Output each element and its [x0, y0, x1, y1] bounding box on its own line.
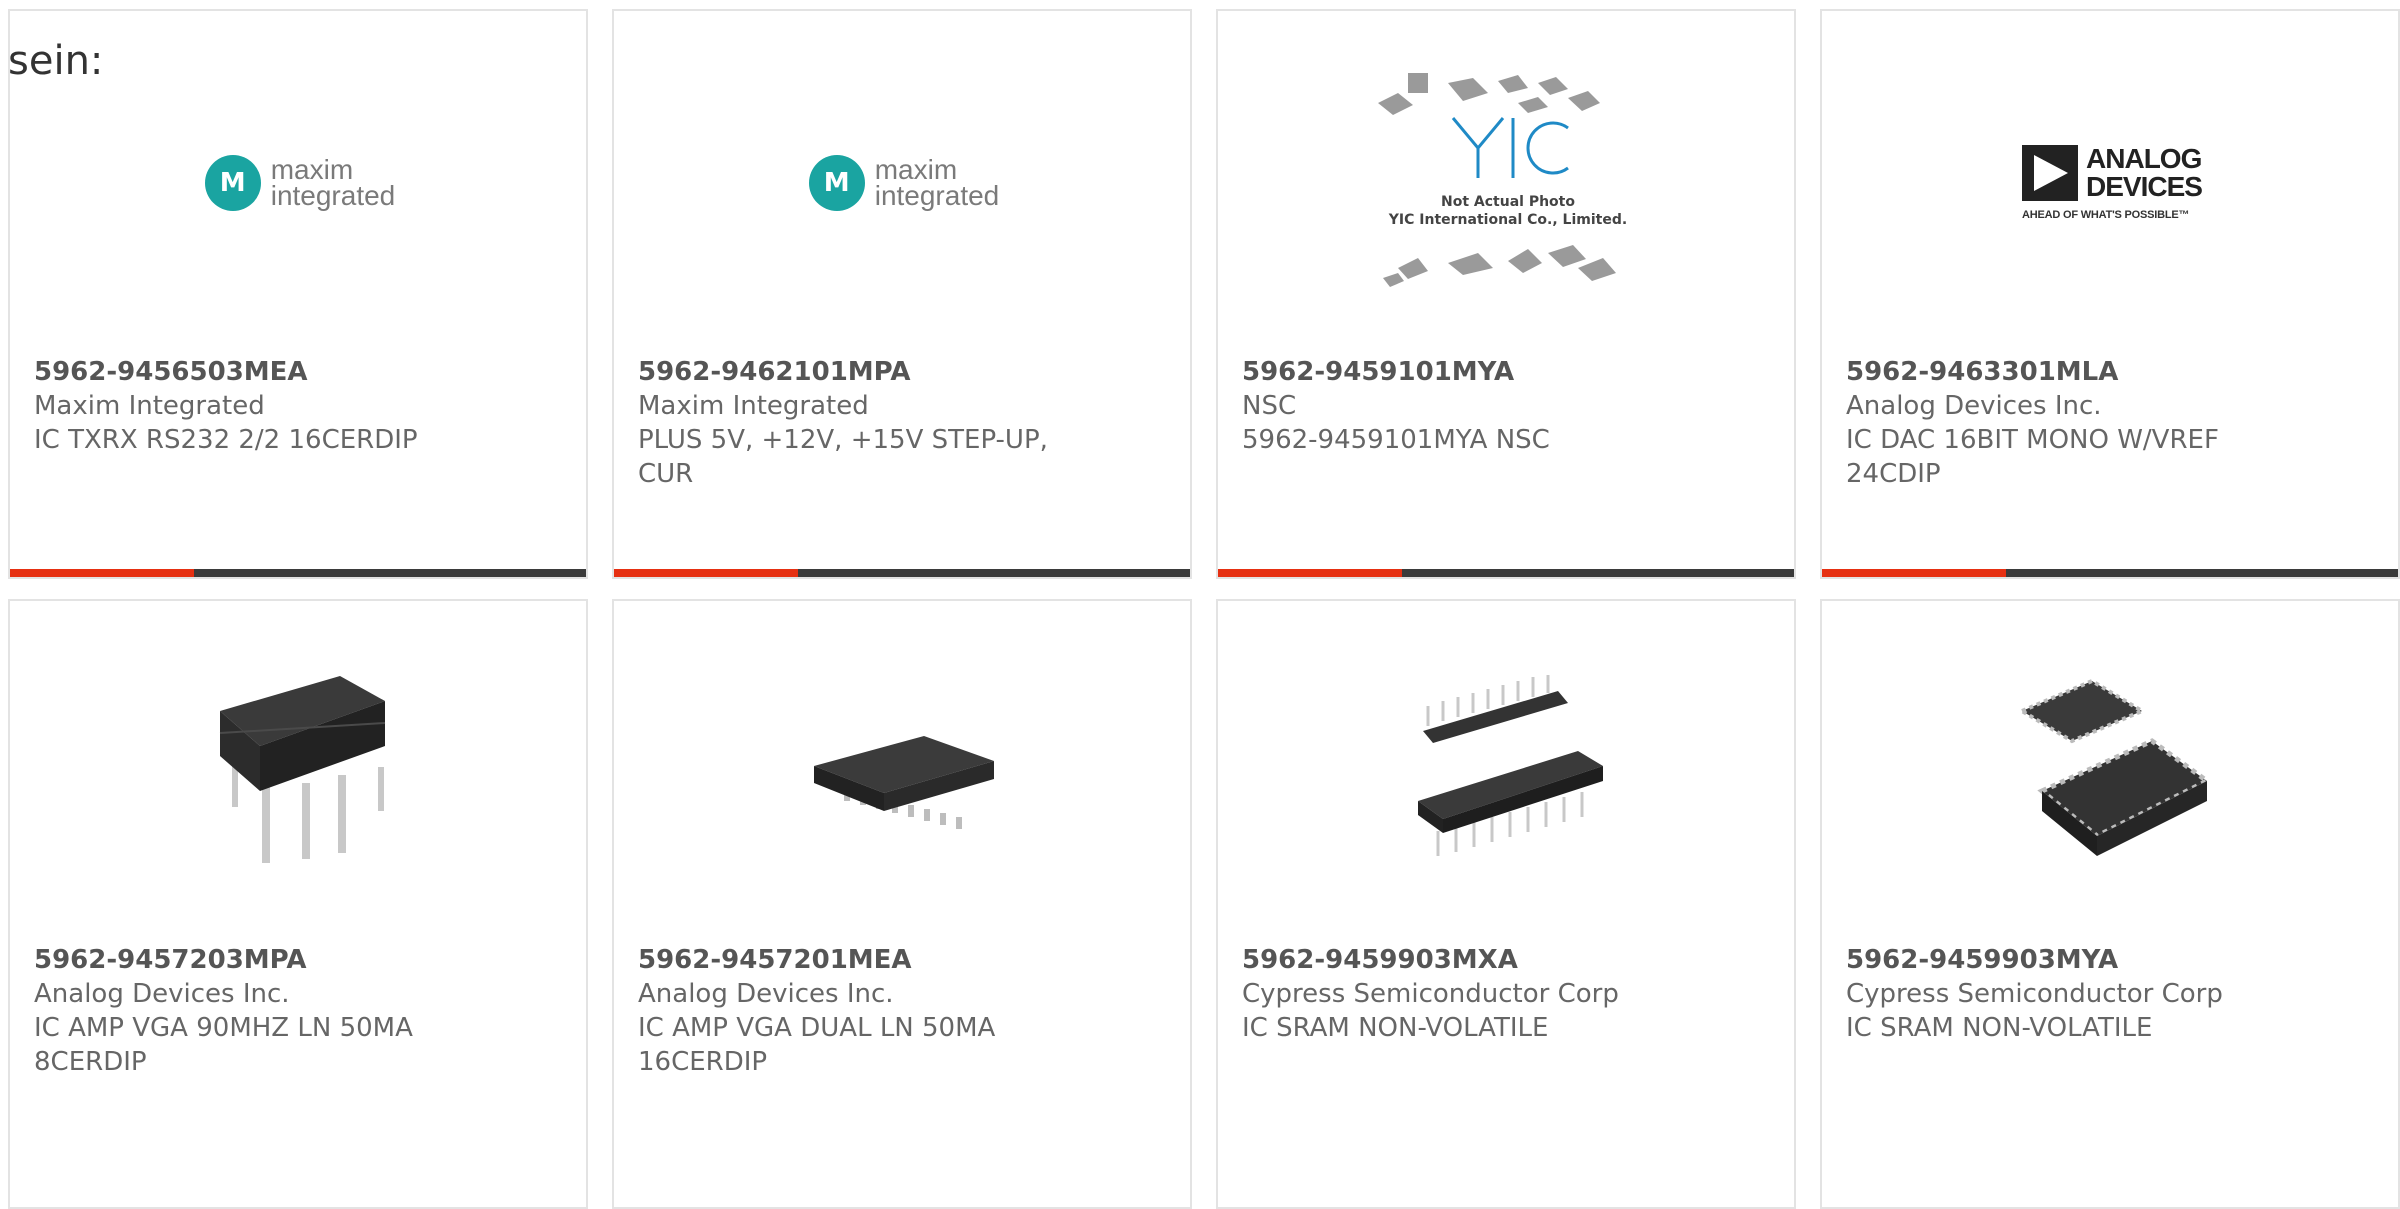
product-card[interactable]: 5962-9459903MXA Cypress Semiconductor Co…: [1216, 599, 1796, 1209]
product-description: IC SRAM NON-VOLATILE: [1242, 1013, 1549, 1043]
product-info: 5962-9463301MLA Analog Devices Inc. IC D…: [1846, 355, 2266, 491]
lcc-chip-icon: [2017, 678, 2212, 856]
card-bar-accent: [1218, 569, 1403, 577]
logo-tagline: AHEAD OF WHAT'S POSSIBLE™: [2022, 209, 2190, 221]
maxim-logo: M maxim integrated: [204, 155, 396, 211]
manufacturer-name: Cypress Semiconductor Corp: [1846, 979, 2223, 1009]
product-image[interactable]: [804, 671, 1004, 871]
part-number-link[interactable]: 5962-9459903MXA: [1242, 943, 1662, 977]
part-number-link[interactable]: 5962-9457203MPA: [34, 943, 454, 977]
product-card[interactable]: M maxim integrated 5962-9456503MEA Maxim…: [8, 9, 588, 579]
adi-triangle-icon: [2022, 145, 2079, 201]
card-bar-accent: [10, 569, 195, 577]
part-number-link[interactable]: 5962-9456503MEA: [34, 355, 454, 389]
product-description: IC AMP VGA DUAL LN 50MA 16CERDIP: [638, 1013, 996, 1077]
product-info: 5962-9462101MPA Maxim Integrated PLUS 5V…: [638, 355, 1058, 491]
manufacturer-name: NSC: [1242, 391, 1297, 421]
image-caption: Not Actual Photo: [1441, 194, 1575, 210]
product-description: IC DAC 16BIT MONO W/VREF 24CDIP: [1846, 425, 2219, 489]
product-card[interactable]: M maxim integrated 5962-9462101MPA Maxim…: [612, 9, 1192, 579]
maxim-logo: M maxim integrated: [808, 155, 1000, 211]
card-progress-bar: [10, 569, 586, 577]
manufacturer-name: Cypress Semiconductor Corp: [1242, 979, 1619, 1009]
logo-line: integrated: [270, 180, 396, 211]
card-progress-bar: [1218, 569, 1794, 577]
product-info: 5962-9459903MXA Cypress Semiconductor Co…: [1242, 943, 1662, 1045]
manufacturer-logo[interactable]: ANALOG DEVICES AHEAD OF WHAT'S POSSIBLE™: [2012, 83, 2212, 283]
product-info: 5962-9457201MEA Analog Devices Inc. IC A…: [638, 943, 1058, 1079]
maxim-mark-icon: M: [204, 155, 261, 211]
part-number-link[interactable]: 5962-9463301MLA: [1846, 355, 2266, 389]
analog-devices-logo: ANALOG DEVICES AHEAD OF WHAT'S POSSIBLE™: [2022, 143, 2203, 221]
part-number-link[interactable]: 5962-9459903MYA: [1846, 943, 2266, 977]
product-info: 5962-9457203MPA Analog Devices Inc. IC A…: [34, 943, 454, 1079]
product-card[interactable]: 5962-9457201MEA Analog Devices Inc. IC A…: [612, 599, 1192, 1209]
page-fragment-text: sein:: [8, 38, 104, 84]
manufacturer-name: Analog Devices Inc.: [638, 979, 894, 1009]
soic-16-chip-icon: [814, 736, 994, 829]
image-caption: YIC International Co., Limited.: [1388, 212, 1628, 228]
cerdip-8-chip-icon: [219, 676, 386, 863]
product-description: PLUS 5V, +12V, +15V STEP-UP, CUR: [638, 425, 1048, 489]
product-image[interactable]: Not Actual Photo YIC International Co., …: [1378, 73, 1627, 287]
dip-28-chip-icon: [1418, 675, 1603, 856]
manufacturer-name: Analog Devices Inc.: [34, 979, 290, 1009]
manufacturer-name: Analog Devices Inc.: [1846, 391, 2102, 421]
manufacturer-name: Maxim Integrated: [34, 391, 265, 421]
product-info: 5962-9459903MYA Cypress Semiconductor Co…: [1846, 943, 2266, 1045]
product-image[interactable]: [200, 671, 400, 871]
logo-line: ANALOG: [2086, 143, 2202, 174]
card-bar-accent: [614, 569, 799, 577]
product-description: 5962-9459101MYA NSC: [1242, 425, 1550, 455]
logo-line: DEVICES: [2086, 171, 2203, 202]
product-description: IC AMP VGA 90MHZ LN 50MA 8CERDIP: [34, 1013, 413, 1077]
maxim-mark-icon: M: [808, 155, 865, 211]
product-card[interactable]: 5962-9457203MPA Analog Devices Inc. IC A…: [8, 599, 588, 1209]
product-card[interactable]: Not Actual Photo YIC International Co., …: [1216, 9, 1796, 579]
card-bar-accent: [1822, 569, 2007, 577]
product-grid: M maxim integrated 5962-9456503MEA Maxim…: [8, 9, 2400, 1209]
manufacturer-logo[interactable]: M maxim integrated: [804, 83, 1004, 283]
manufacturer-name: Maxim Integrated: [638, 391, 869, 421]
product-info: 5962-9459101MYA NSC 5962-9459101MYA NSC: [1242, 355, 1662, 457]
card-progress-bar: [1822, 569, 2398, 577]
part-number-link[interactable]: 5962-9459101MYA: [1242, 355, 1662, 389]
product-image[interactable]: [2012, 671, 2212, 871]
card-progress-bar: [614, 569, 1190, 577]
product-card[interactable]: ANALOG DEVICES AHEAD OF WHAT'S POSSIBLE™…: [1820, 9, 2400, 579]
product-image[interactable]: [1408, 671, 1608, 871]
manufacturer-logo[interactable]: M maxim integrated: [200, 83, 400, 283]
chip-collage-icon: [1378, 73, 1616, 287]
part-number-link[interactable]: 5962-9457201MEA: [638, 943, 1058, 977]
product-description: IC TXRX RS232 2/2 16CERDIP: [34, 425, 418, 455]
product-description: IC SRAM NON-VOLATILE: [1846, 1013, 2153, 1043]
yic-placeholder-image: Not Actual Photo YIC International Co., …: [1368, 63, 1648, 303]
logo-line: integrated: [874, 180, 1000, 211]
part-number-link[interactable]: 5962-9462101MPA: [638, 355, 1058, 389]
product-info: 5962-9456503MEA Maxim Integrated IC TXRX…: [34, 355, 454, 457]
product-card[interactable]: 5962-9459903MYA Cypress Semiconductor Co…: [1820, 599, 2400, 1209]
